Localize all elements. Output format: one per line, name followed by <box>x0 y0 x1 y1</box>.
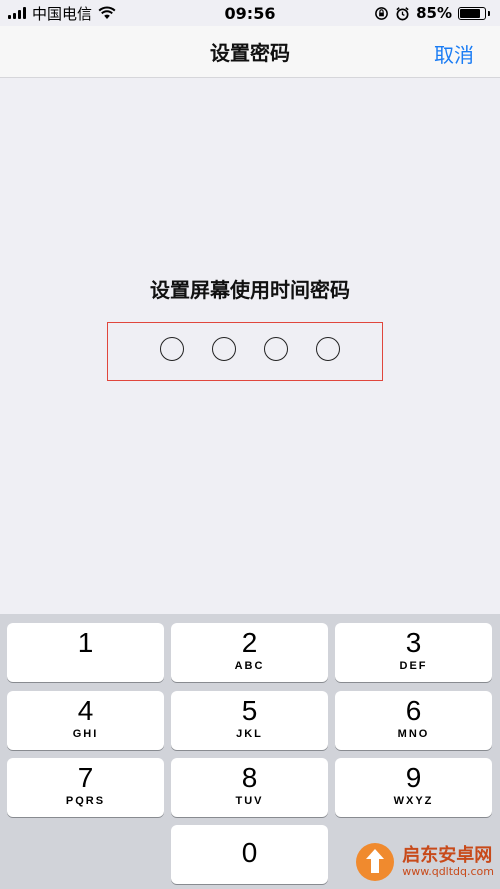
key-3[interactable]: 3 DEF <box>335 623 492 682</box>
key-6[interactable]: 6 MNO <box>335 691 492 750</box>
numeric-keypad: 1 2 ABC 3 DEF 4 GHI 5 JKL 6 MNO 7 PQRS 8… <box>0 614 500 889</box>
key-2[interactable]: 2 ABC <box>171 623 328 682</box>
key-0[interactable]: 0 <box>171 825 328 884</box>
wifi-icon <box>98 6 116 19</box>
alarm-icon <box>396 6 409 20</box>
key-5[interactable]: 5 JKL <box>171 691 328 750</box>
page-title: 设置密码 <box>210 41 290 65</box>
key-letters: JKL <box>236 728 263 740</box>
passcode-digit-slot <box>212 337 236 361</box>
key-letters: DEF <box>399 660 428 672</box>
key-digit: 5 <box>241 695 258 726</box>
key-digit: 4 <box>77 695 94 726</box>
key-letters: ABC <box>234 660 265 672</box>
battery-percent: 85% <box>416 4 452 22</box>
key-letters: WXYZ <box>393 795 434 807</box>
key-digit: 2 <box>241 627 258 658</box>
key-letters: GHI <box>72 728 99 740</box>
cellular-signal-icon <box>8 7 26 19</box>
key-digit: 9 <box>405 762 422 793</box>
key-7[interactable]: 7 PQRS <box>7 758 164 817</box>
key-digit: 7 <box>77 762 94 793</box>
carrier-name: 中国电信 <box>32 4 93 23</box>
key-letters: TUV <box>235 795 264 807</box>
watermark-url: www.qdltdq.com <box>402 864 494 878</box>
cancel-button[interactable]: 取消 <box>434 39 474 68</box>
passcode-field[interactable] <box>107 322 383 381</box>
passcode-digit-slot <box>160 337 184 361</box>
key-digit: 1 <box>77 627 94 658</box>
key-digit: 8 <box>241 762 258 793</box>
key-digit: 0 <box>241 837 258 868</box>
watermark-name: 启东安卓网 <box>402 845 493 867</box>
key-letters: PQRS <box>65 795 106 807</box>
key-8[interactable]: 8 TUV <box>171 758 328 817</box>
status-bar: 中国电信 09:56 85% <box>0 0 500 26</box>
watermark: 启东安卓网 www.qdltdq.com <box>354 841 494 883</box>
passcode-digit-slot <box>316 337 340 361</box>
watermark-logo-icon <box>356 843 395 881</box>
key-digit: 6 <box>405 695 422 726</box>
navigation-bar: 设置密码 取消 <box>0 26 500 78</box>
key-digit: 3 <box>405 627 422 658</box>
rotation-lock-icon <box>375 6 388 20</box>
key-4[interactable]: 4 GHI <box>7 691 164 750</box>
key-1[interactable]: 1 <box>7 623 164 682</box>
key-9[interactable]: 9 WXYZ <box>335 758 492 817</box>
key-letters: MNO <box>397 728 430 740</box>
passcode-prompt: 设置屏幕使用时间密码 <box>150 278 350 302</box>
battery-icon <box>458 6 490 20</box>
passcode-digit-slot <box>264 337 288 361</box>
